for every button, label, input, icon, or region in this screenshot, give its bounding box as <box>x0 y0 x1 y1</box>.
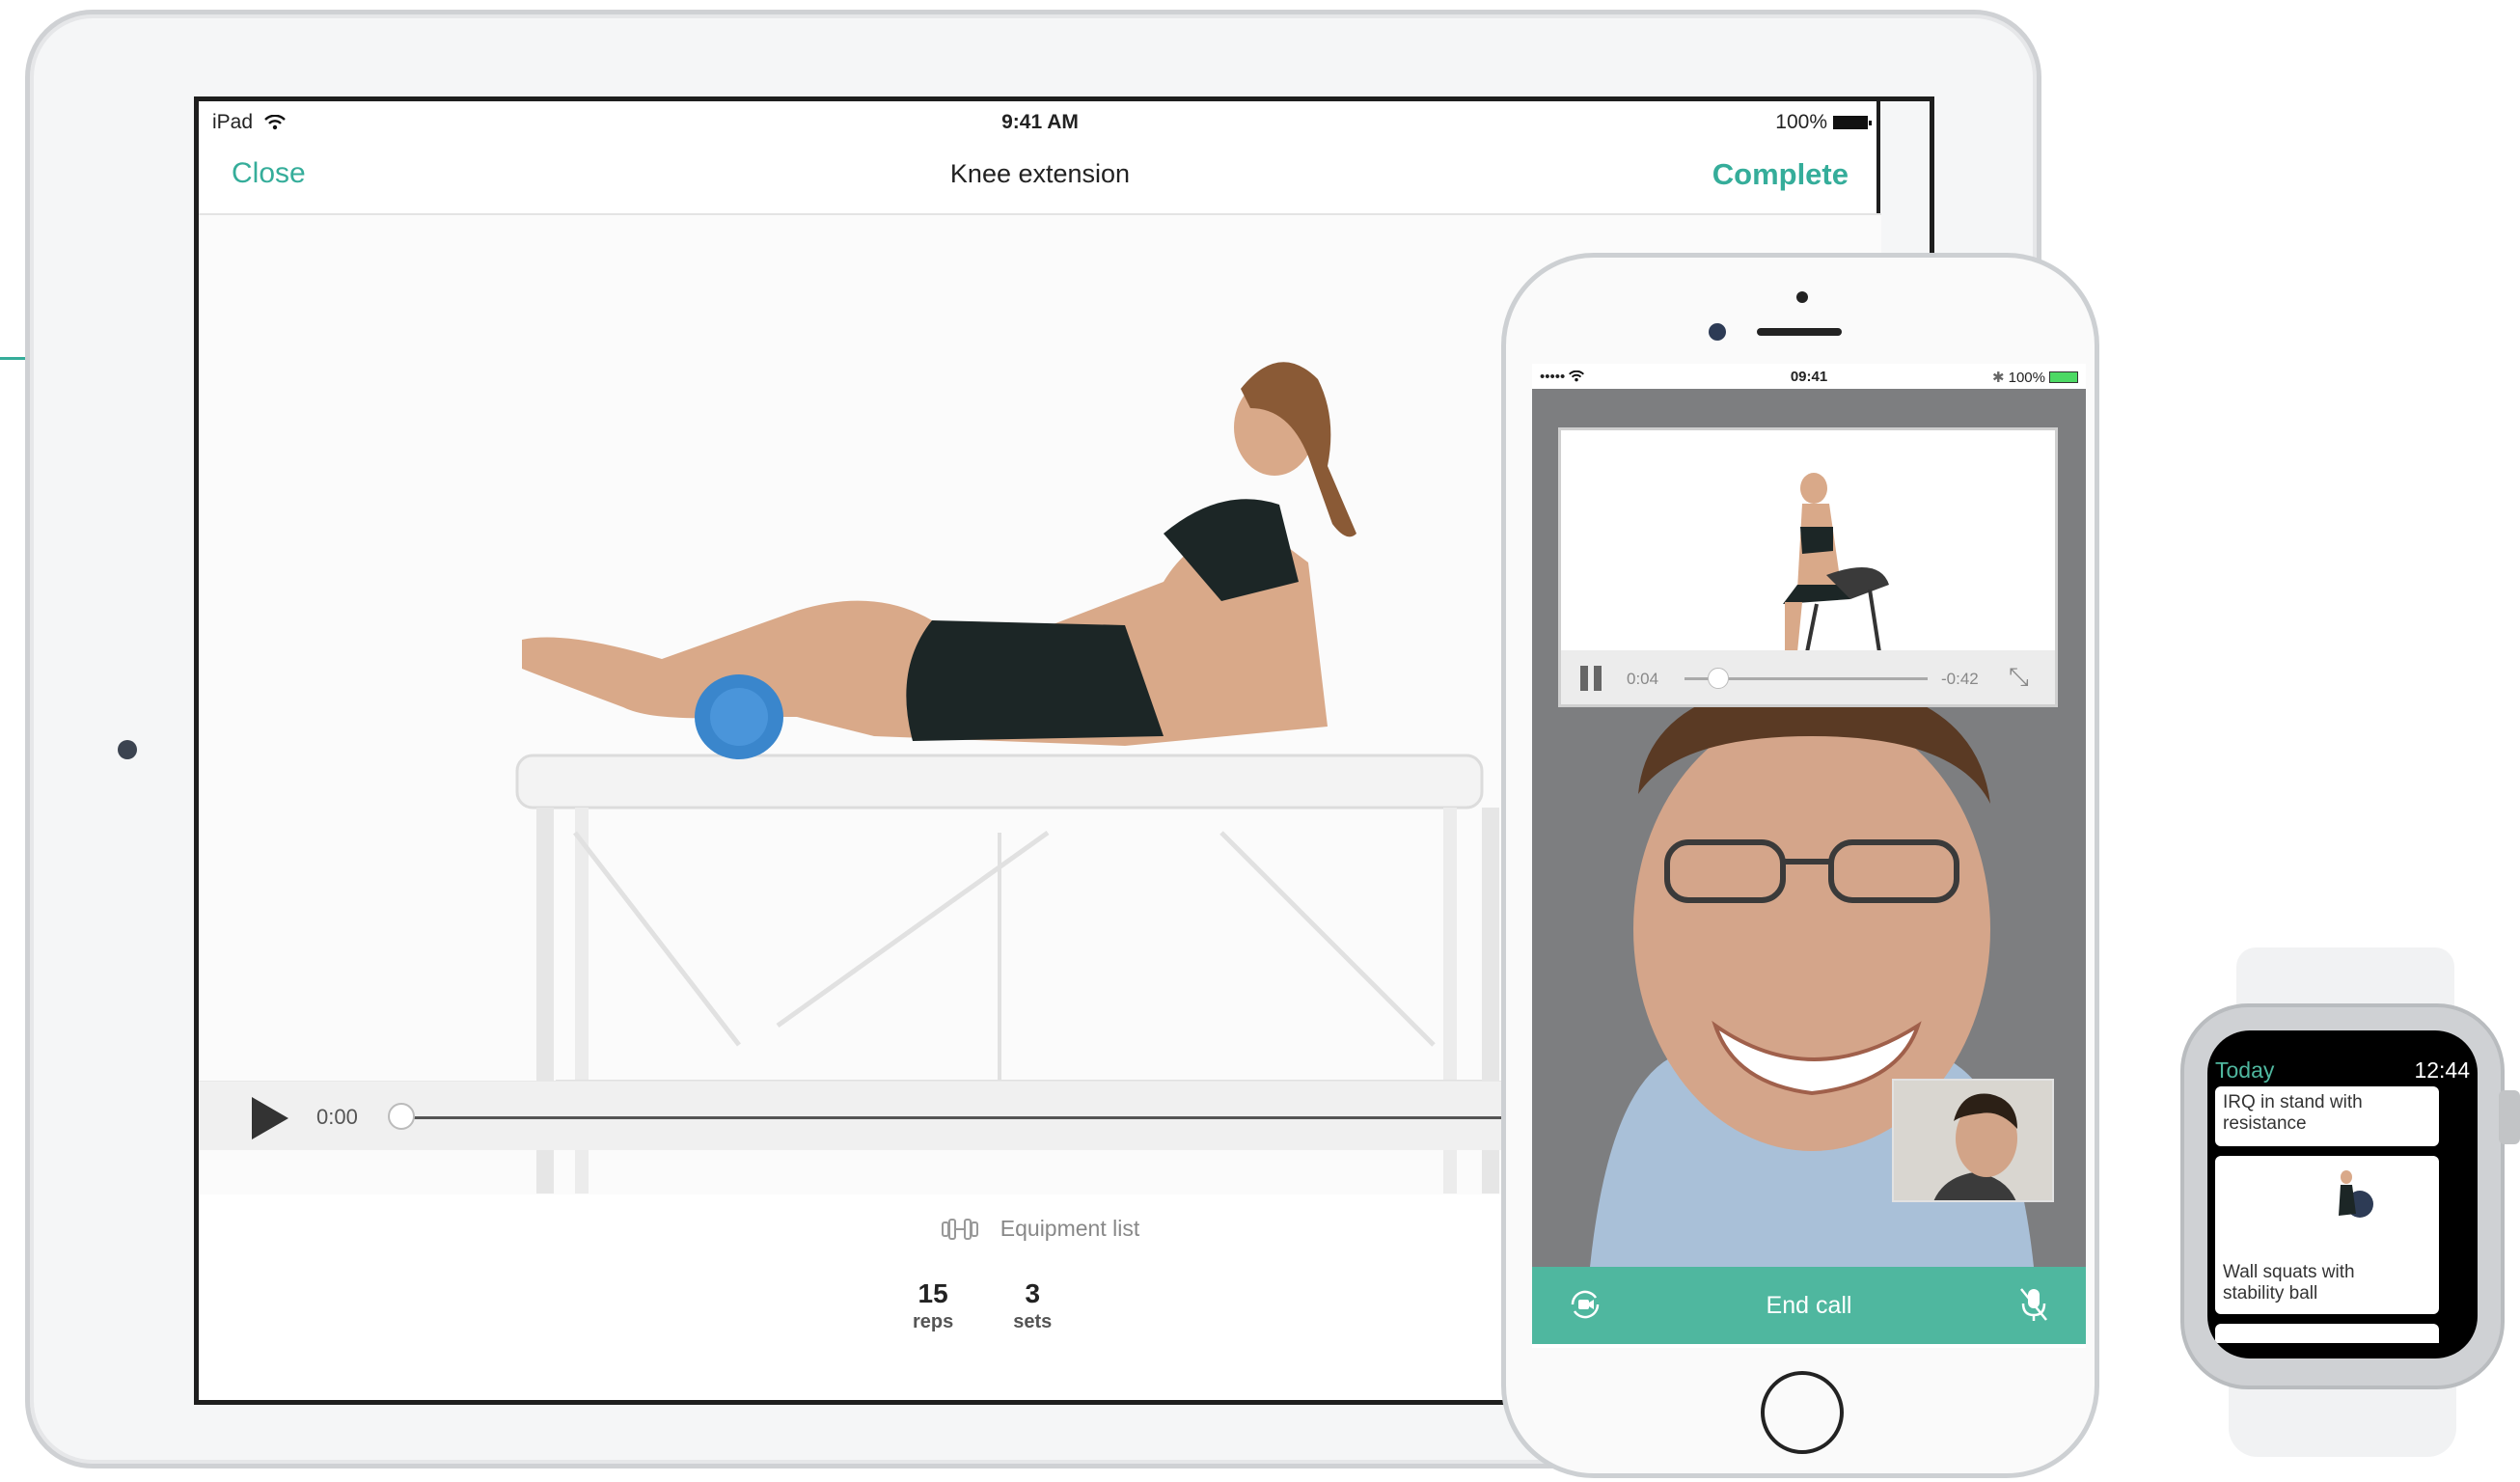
watch-time: 12:44 <box>2414 1057 2470 1083</box>
self-view-pip[interactable] <box>1892 1079 2054 1202</box>
exercise-mini-player[interactable]: 0:04 -0:42 ⤡ <box>1558 427 2058 707</box>
watch-card-label: IRQ in stand with resistance <box>2223 1092 2363 1134</box>
sets-stat: 3 sets <box>1013 1278 1052 1333</box>
reps-value: 15 <box>918 1278 948 1308</box>
ipad-navbar: Close Knee extension Complete <box>199 140 1881 215</box>
bluetooth-icon: ✱ <box>1992 370 2005 386</box>
page-title: Knee extension <box>949 159 1131 188</box>
video-call-feed[interactable]: 0:04 -0:42 ⤡ <box>1532 389 2086 1267</box>
ipad-status-bar: iPad 9:41 AM 100% <box>199 101 1881 140</box>
dumbbell-icon <box>941 1218 978 1240</box>
iphone-screen: ••••• 09:41 ✱ 100% 0:04 -0:42 ⤡ End call <box>1532 364 2086 1348</box>
self-view-video <box>1894 1081 2052 1200</box>
sets-label: sets <box>1013 1311 1053 1332</box>
ipad-camera <box>118 740 137 759</box>
iphone-device: ••••• 09:41 ✱ 100% 0:04 -0:42 ⤡ End call <box>1501 253 2099 1478</box>
battery-percent: 100% <box>1775 111 1827 133</box>
end-call-bar: End call <box>1532 1267 2086 1344</box>
watch-card-label: Wall squats with stability ball <box>2223 1262 2355 1304</box>
reps-stat: 15 reps <box>913 1278 953 1333</box>
iphone-camera <box>1709 323 1726 341</box>
watch-screen: Today 12:44 IRQ in stand with resistance… <box>2207 1030 2478 1358</box>
equipment-list-label: Equipment list <box>1000 1216 1140 1241</box>
battery-icon <box>1833 116 1872 129</box>
watch-header: Today <box>2215 1057 2275 1083</box>
expand-icon[interactable]: ⤡ <box>2009 662 2029 693</box>
iphone-status-bar: ••••• 09:41 ✱ 100% <box>1532 364 2086 389</box>
seated-exercise-illustration <box>1783 473 1889 652</box>
mute-microphone-icon[interactable] <box>2018 1286 2049 1323</box>
watch-band-bottom <box>2229 1380 2456 1457</box>
reps-label: reps <box>913 1311 954 1332</box>
play-icon[interactable] <box>252 1097 288 1139</box>
mini-scrub-knob[interactable] <box>1708 668 1729 689</box>
mini-player-controls: 0:04 -0:42 ⤡ <box>1561 650 2055 704</box>
watch-device: Today 12:44 IRQ in stand with resistance… <box>2180 1003 2505 1389</box>
iphone-battery-icon <box>2049 371 2078 383</box>
exercise-stats: 15 reps 3 sets <box>913 1278 1052 1333</box>
playback-time: 0:00 <box>316 1105 358 1129</box>
status-time: 9:41 AM <box>1001 111 1079 133</box>
iphone-battery-percent: 100% <box>2008 369 2045 386</box>
watch-exercise-card[interactable]: IRQ in stand with resistance <box>2215 1086 2439 1146</box>
sets-value: 3 <box>1025 1278 1041 1308</box>
scrub-knob[interactable] <box>388 1103 415 1130</box>
pause-icon[interactable] <box>1580 666 1603 691</box>
home-button[interactable] <box>1761 1371 1844 1454</box>
mini-remaining-time: -0:42 <box>1941 670 1979 688</box>
iphone-sensor <box>1796 291 1808 303</box>
digital-crown[interactable] <box>2499 1090 2520 1144</box>
wall-squat-illustration <box>2339 1170 2373 1218</box>
complete-button[interactable]: Complete <box>1712 157 1849 192</box>
end-call-button[interactable]: End call <box>1532 1292 2086 1320</box>
iphone-speaker <box>1757 328 1842 336</box>
equipment-list-link[interactable]: Equipment list <box>941 1216 1139 1242</box>
watch-band-top <box>2236 947 2454 1011</box>
watch-exercise-card[interactable] <box>2215 1324 2439 1343</box>
watch-exercise-card[interactable]: Wall squats with stability ball <box>2215 1156 2439 1314</box>
mini-elapsed-time: 0:04 <box>1627 670 1659 688</box>
